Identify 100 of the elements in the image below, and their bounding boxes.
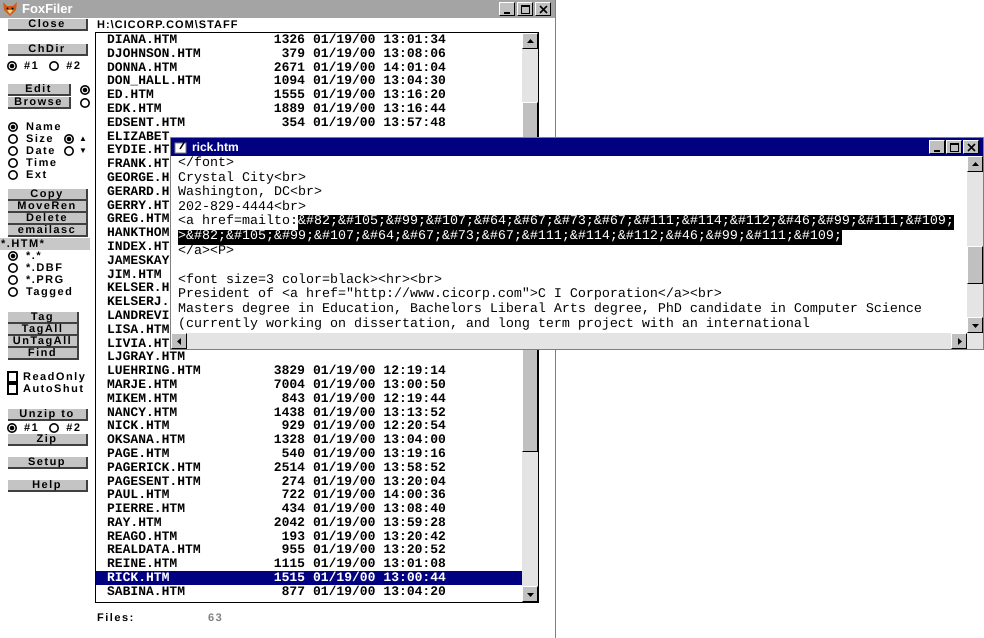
file-time: 13:16:44 (383, 102, 446, 116)
file-size: 1326 (273, 33, 305, 47)
file-date: 01/19/00 (313, 502, 376, 516)
code-line: Masters degree in Education, Bachelors Liberal Arts degree, PhD candidate in Computer Science (178, 302, 922, 317)
radio-label: Size (26, 133, 56, 145)
file-date: 01/19/00 (313, 557, 376, 572)
code-line: President of <a href="http://www.cicorp.com">C I Corporation</a><br> (178, 288, 722, 302)
file-size: 3829 (273, 364, 305, 378)
file-date: 01/19/00 (313, 406, 376, 420)
file-time: 13:04:00 (383, 433, 446, 447)
file-date: 01/19/00 (313, 88, 376, 102)
code-line: 202-829-4444<br> (178, 200, 306, 215)
file-name: REINE.HTM (107, 557, 178, 572)
code-line: <font size=3 color=black><hr><br> (178, 274, 442, 288)
file-size: 2514 (273, 460, 305, 474)
code-line: (currently working on dissertation, and long term project with an international (178, 318, 810, 332)
file-size: 193 (280, 530, 305, 544)
file-time: 13:57:48 (383, 116, 446, 130)
code-line: </font> (178, 157, 234, 171)
file-name: EDSENT.HTM (107, 116, 186, 130)
files-label: Files: (97, 611, 136, 625)
file-name: RAY.HTM (107, 516, 163, 530)
file-name: MARJE.HTM (107, 378, 178, 392)
checkbox-label: ReadOnly (23, 371, 86, 383)
file-date: 01/19/00 (313, 474, 376, 488)
code-line: </a><P> (178, 244, 234, 260)
file-name: REALDATA.HTM (107, 543, 202, 558)
file-time: 13:00:50 (383, 378, 446, 392)
file-time: 13:04:30 (383, 74, 446, 88)
file-time: 13:01:34 (383, 33, 446, 47)
file-name: JIM.HTM (107, 268, 162, 282)
file-name: OKSANA.HTM (107, 433, 186, 447)
radio-label: Date (26, 145, 57, 157)
file-size: 540 (280, 446, 305, 461)
file-time: 13:08:06 (383, 46, 446, 61)
file-size: 929 (280, 419, 305, 434)
file-time: 14:00:36 (383, 488, 446, 502)
file-date: 01/19/00 (313, 446, 376, 461)
radio-label: *.* (26, 250, 42, 262)
file-name: DON_HALL.HTM (107, 74, 202, 88)
file-name: ED.HTM (107, 88, 155, 102)
file-size: 955 (280, 543, 305, 558)
file-date: 01/19/00 (313, 488, 376, 502)
radio-label: #2 (66, 60, 82, 72)
file-date: 01/19/00 (313, 378, 376, 392)
radio-label: Tagged (26, 286, 74, 298)
file-date: 01/19/00 (313, 433, 376, 447)
file-date: 01/19/00 (313, 530, 376, 544)
file-size: 1328 (273, 433, 305, 447)
path-label: H:\CICORP.COM\STAFF (97, 18, 240, 32)
sort-arrow: ▲ (79, 134, 87, 144)
file-name: PAGESENT.HTM (107, 474, 202, 488)
file-name: RICK.HTM (107, 571, 170, 585)
file-time: 13:13:52 (383, 406, 446, 420)
file-name: LUEHRING.HTM (107, 364, 202, 378)
file-time: 13:04:20 (383, 584, 446, 599)
file-name: EDK.HTM (107, 102, 163, 116)
file-date: 01/19/00 (313, 584, 376, 599)
file-name: PAUL.HTM (107, 488, 170, 502)
window-title: FoxFiler (22, 1, 74, 17)
file-name: MIKEM.HTM (107, 392, 178, 406)
code-line: Washington, DC<br> (178, 186, 322, 200)
file-time: 13:19:16 (383, 446, 446, 461)
file-size: 274 (280, 474, 305, 488)
file-time: 13:58:52 (383, 460, 446, 474)
file-size: 722 (280, 488, 305, 502)
radio-label: *.PRG (26, 274, 65, 286)
file-time: 13:59:28 (383, 516, 446, 530)
file-date: 01/19/00 (313, 116, 376, 130)
file-name: SABINA.HTM (107, 584, 186, 599)
file-size: 1889 (273, 102, 305, 116)
file-size: 877 (280, 584, 305, 599)
file-time: 13:20:04 (383, 474, 446, 488)
file-time: 13:00:44 (383, 571, 446, 585)
file-size: 1555 (273, 88, 305, 102)
file-date: 01/19/00 (313, 571, 376, 585)
file-date: 01/19/00 (313, 33, 376, 47)
file-time: 12:19:14 (383, 364, 446, 378)
file-count: 63 (208, 611, 224, 625)
file-size: 354 (280, 116, 305, 130)
file-name: PAGERICK.HTM (107, 460, 202, 474)
file-size: 434 (280, 502, 305, 516)
radio-label: *.DBF (26, 262, 64, 274)
file-size: 1515 (273, 571, 305, 585)
checkbox-label: AutoShut (23, 383, 84, 395)
file-size: 7004 (273, 378, 305, 392)
file-size: 2042 (273, 516, 305, 530)
file-time: 12:19:44 (383, 392, 446, 406)
file-date: 01/19/00 (313, 543, 376, 558)
file-name: NICK.HTM (107, 419, 170, 434)
file-name: DONNA.HTM (107, 60, 178, 74)
window-title: rick.htm (192, 139, 240, 155)
file-date: 01/19/00 (313, 60, 376, 74)
file-size: 1094 (273, 74, 305, 88)
file-name: PIERRE.HTM (107, 502, 186, 516)
file-date: 01/19/00 (313, 460, 376, 474)
radio-label: #2 (66, 422, 82, 434)
file-date: 01/19/00 (313, 516, 376, 530)
file-name: REAGO.HTM (107, 530, 178, 544)
file-time: 13:16:20 (383, 88, 446, 102)
